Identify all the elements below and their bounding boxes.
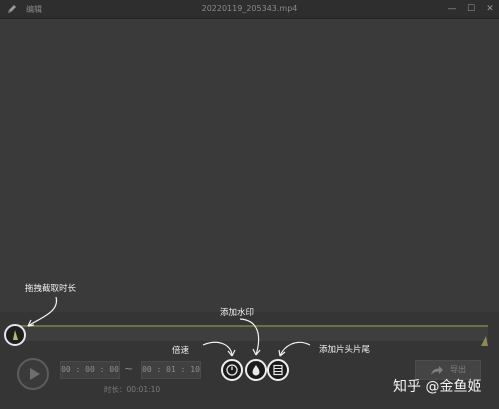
- head-tail-button[interactable]: [267, 359, 289, 381]
- image-watermark: 知乎 @金鱼姬: [393, 379, 482, 395]
- maximize-button[interactable]: ☐: [465, 3, 477, 15]
- speed-dial-icon: [226, 364, 238, 376]
- start-time-field[interactable]: 00 : 00 : 00: [60, 361, 120, 379]
- title-bar: 编辑 20220119_205343.mp4 — ☐ ✕: [0, 0, 499, 19]
- file-name: 20220119_205343.mp4: [201, 4, 298, 13]
- trim-start-handle[interactable]: [4, 324, 26, 346]
- duration-label: 时长：00:01:10: [104, 385, 161, 394]
- watermark-annotation: 添加水印: [220, 308, 255, 318]
- timeline-track[interactable]: [16, 325, 488, 327]
- film-clip-icon: [273, 364, 283, 376]
- watermark-button[interactable]: [245, 359, 267, 381]
- play-button[interactable]: [17, 358, 49, 390]
- trim-annotation: 拖拽截取时长: [25, 284, 77, 294]
- end-time-field[interactable]: 00 : 01 : 10: [141, 361, 201, 379]
- speed-annotation: 倍速: [172, 346, 190, 356]
- share-arrow-icon: [431, 366, 443, 375]
- timeline-shade: [16, 327, 488, 341]
- head-tail-annotation: 添加片头片尾: [319, 345, 371, 355]
- time-range-separator: ~: [124, 362, 134, 375]
- play-icon: [30, 368, 40, 380]
- speed-button[interactable]: [221, 359, 243, 381]
- video-preview[interactable]: [0, 19, 499, 312]
- trim-end-handle[interactable]: [480, 331, 489, 346]
- water-drop-icon: [252, 365, 260, 376]
- close-button[interactable]: ✕: [484, 3, 496, 15]
- minimize-button[interactable]: —: [446, 3, 458, 15]
